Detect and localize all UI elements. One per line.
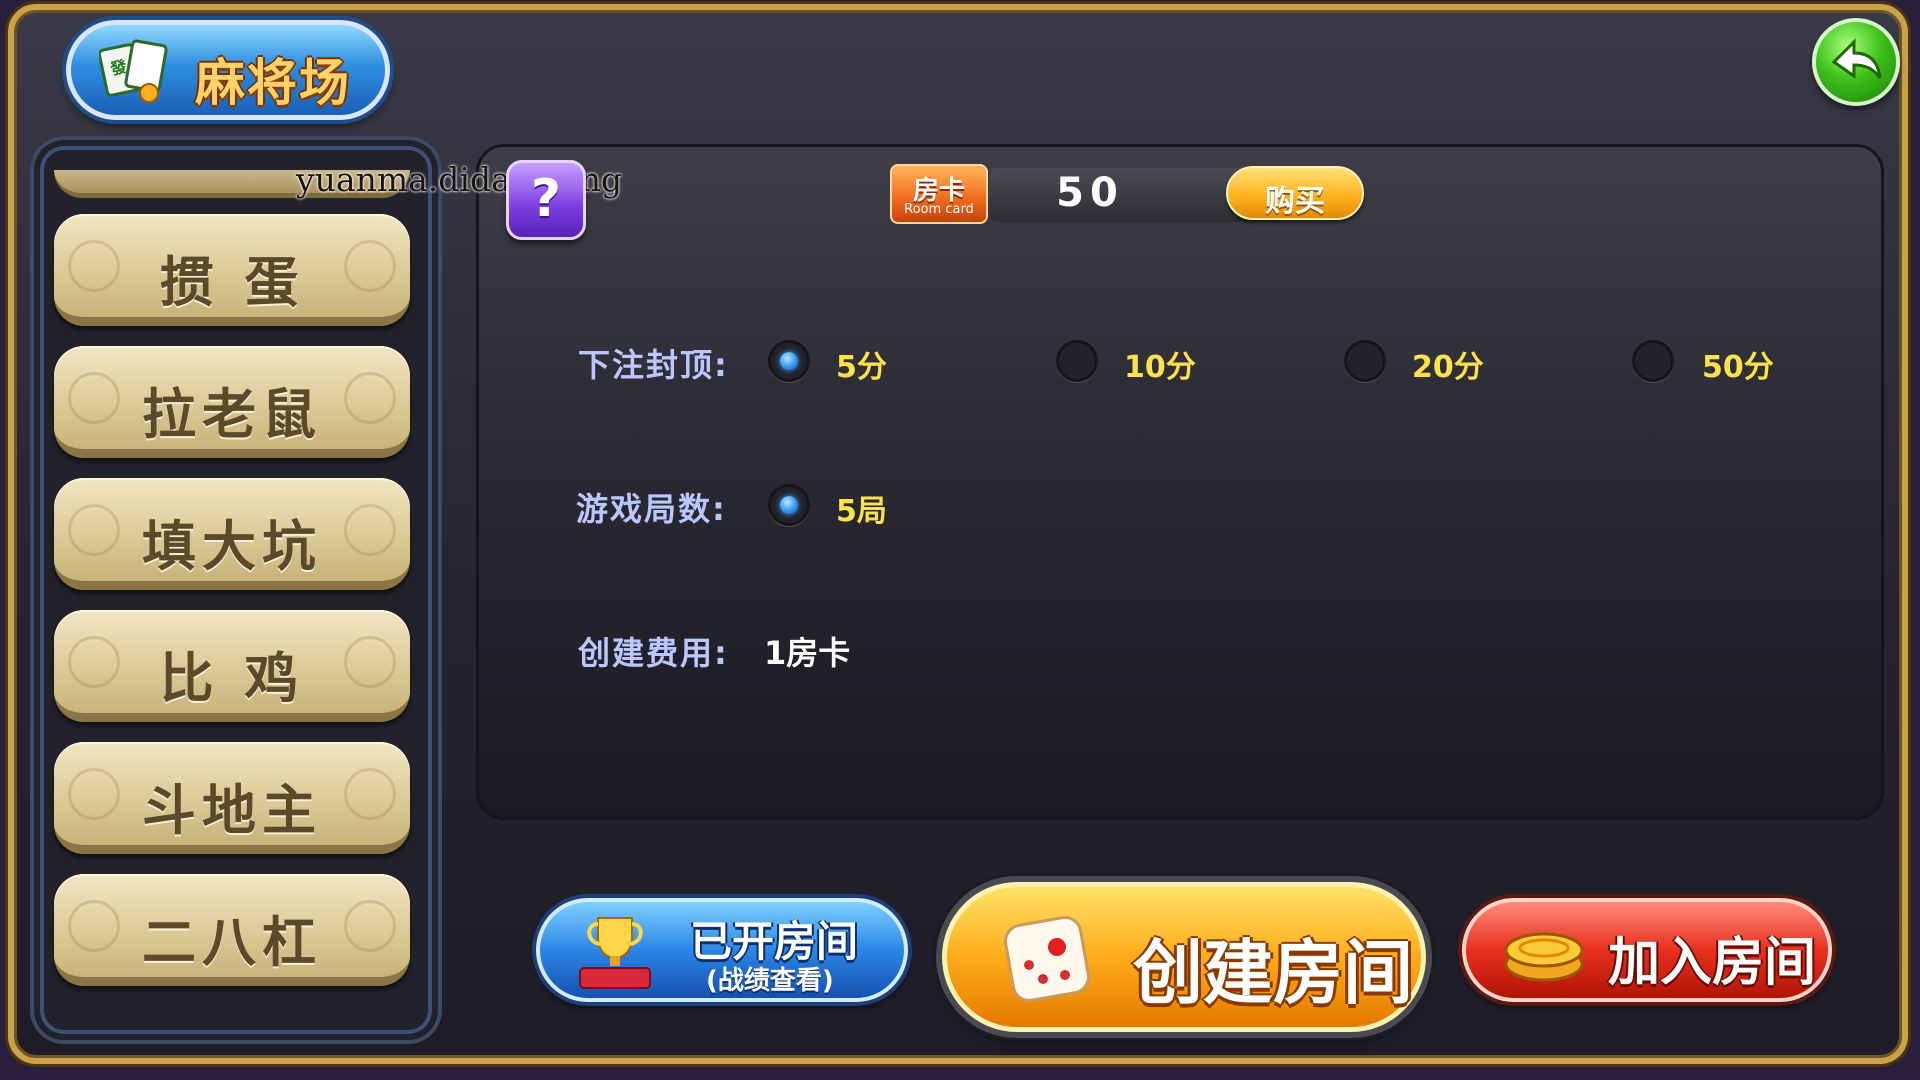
- bet-cap-label: 下注封顶:: [578, 346, 729, 384]
- sidebar-item-biji[interactable]: 比 鸡: [54, 610, 410, 722]
- coins-icon: [1504, 932, 1584, 982]
- buy-button[interactable]: 购买: [1226, 166, 1364, 220]
- bet-cap-radio-20[interactable]: [1344, 340, 1386, 382]
- rounds-radio-5[interactable]: [768, 484, 810, 526]
- bet-cap-radio-5[interactable]: [768, 340, 810, 382]
- opened-rooms-button[interactable]: 已开房间 (战绩查看): [536, 898, 908, 1002]
- sidebar-item-label: 填大坑: [142, 515, 322, 578]
- sidebar-item-erbagang[interactable]: 二八杠: [54, 874, 410, 986]
- bet-cap-option-50[interactable]: 50分: [1702, 342, 1774, 386]
- join-room-button[interactable]: 加入房间: [1462, 898, 1832, 1002]
- create-room-button[interactable]: 创建房间: [942, 882, 1426, 1032]
- bet-cap-radio-50[interactable]: [1632, 340, 1674, 382]
- settings-panel: [476, 144, 1884, 820]
- sidebar-item-label: 比 鸡: [159, 647, 305, 710]
- sidebar-item-lalaoshu[interactable]: 拉老鼠: [54, 346, 410, 458]
- opened-rooms-sublabel: (战绩查看): [706, 966, 834, 996]
- title-badge: 發 麻将场: [66, 20, 390, 120]
- fee-value: 1房卡: [764, 634, 851, 672]
- sidebar-item-guandan[interactable]: 掼 蛋: [54, 214, 410, 326]
- bet-cap-option-10[interactable]: 10分: [1124, 342, 1196, 386]
- question-icon: ?: [530, 169, 562, 229]
- back-arrow-icon: [1831, 38, 1882, 79]
- trophy-icon: [579, 917, 651, 989]
- create-room-label: 创建房间: [1133, 932, 1413, 1014]
- room-card-label-en: Room card: [904, 202, 974, 217]
- back-button[interactable]: [1812, 18, 1900, 106]
- sidebar-item-label: 掼 蛋: [159, 251, 305, 314]
- sidebar-item-label: 二八杠: [142, 911, 322, 974]
- rounds-label: 游戏局数:: [576, 490, 727, 528]
- sidebar-item-label: 斗地主: [142, 779, 322, 842]
- rounds-option-5[interactable]: 5局: [836, 486, 887, 530]
- page-title: 麻将场: [195, 54, 351, 112]
- room-card-count: 50: [1056, 170, 1124, 216]
- mahjong-tiles-icon: 發: [99, 39, 168, 103]
- fee-label: 创建费用:: [578, 634, 729, 672]
- bet-cap-option-20[interactable]: 20分: [1412, 342, 1484, 386]
- buy-button-label: 购买: [1265, 184, 1325, 219]
- help-button[interactable]: ?: [506, 160, 586, 240]
- bet-cap-radio-10[interactable]: [1056, 340, 1098, 382]
- dice-icon: [1004, 916, 1090, 1002]
- room-card-icon: 房卡 Room card: [890, 164, 988, 224]
- sidebar-item-label: 拉老鼠: [142, 383, 322, 446]
- sidebar-item-tiandakeng[interactable]: 填大坑: [54, 478, 410, 590]
- bet-cap-option-5[interactable]: 5分: [836, 342, 887, 386]
- sidebar-item-doudizhu[interactable]: 斗地主: [54, 742, 410, 854]
- join-room-label: 加入房间: [1608, 933, 1817, 993]
